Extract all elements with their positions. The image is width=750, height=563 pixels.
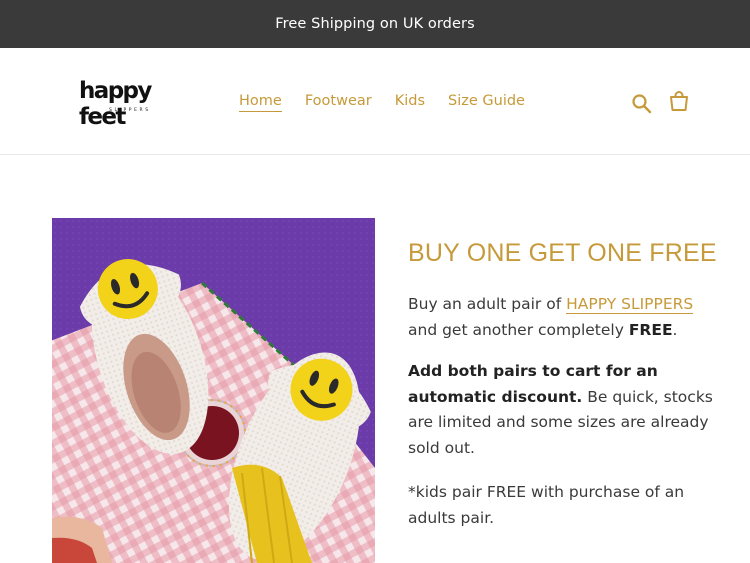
announcement-bar: Free Shipping on UK orders <box>0 0 750 48</box>
p1-text-mid: and get another completely <box>408 321 629 339</box>
slippers-photo <box>52 218 375 563</box>
cart-button[interactable] <box>668 91 690 113</box>
nav-item-size-guide[interactable]: Size Guide <box>448 93 525 112</box>
search-button[interactable] <box>631 93 653 115</box>
p1-text: Buy an adult pair of <box>408 295 567 313</box>
promo-title: BUY ONE GET ONE FREE <box>408 239 717 267</box>
nav-item-home[interactable]: Home <box>239 93 282 112</box>
promo-content: BUY ONE GET ONE FREE Buy an adult pair o… <box>408 238 718 531</box>
nav-item-kids[interactable]: Kids <box>395 93 425 112</box>
nav-item-footwear[interactable]: Footwear <box>305 93 372 112</box>
logo-wordmark: happy feet <box>79 78 152 130</box>
announcement-text: Free Shipping on UK orders <box>275 16 475 32</box>
main-nav: Home Footwear Kids Size Guide <box>239 93 548 112</box>
promo-paragraph-3: *kids pair FREE with purchase of an adul… <box>408 483 685 527</box>
logo[interactable]: happy feet SLIPPERS <box>76 78 194 130</box>
hero-image <box>52 218 375 563</box>
p1-free: FREE <box>628 321 673 339</box>
cart-icon <box>670 91 688 111</box>
promo-paragraph-1: Buy an adult pair of HAPPY SLIPPERS and … <box>408 291 718 343</box>
logo-tagline: SLIPPERS <box>109 108 151 113</box>
happy-slippers-link[interactable]: HAPPY SLIPPERS <box>566 295 694 314</box>
promo-paragraph-2: Add both pairs to cart for an automatic … <box>408 359 718 461</box>
p1-period: . <box>672 321 678 339</box>
search-icon <box>632 94 652 114</box>
